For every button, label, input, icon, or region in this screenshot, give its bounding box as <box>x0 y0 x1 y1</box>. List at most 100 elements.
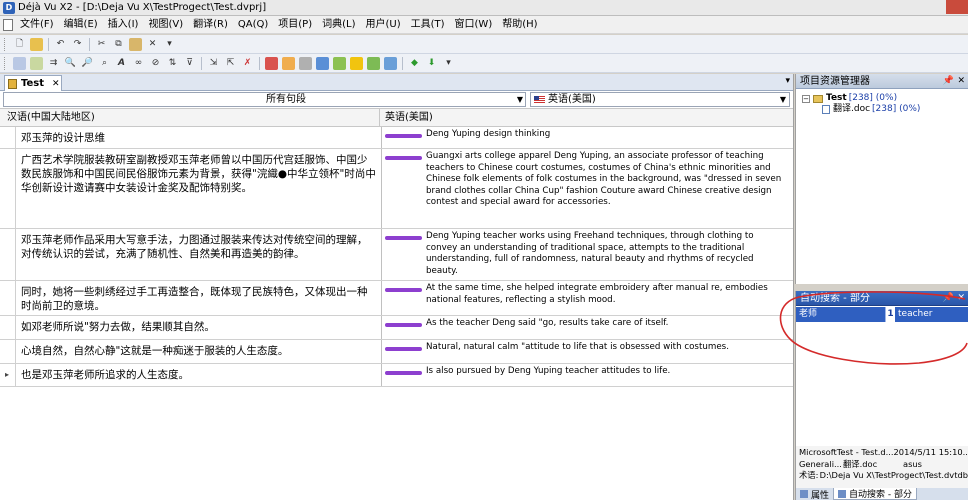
font-icon[interactable]: A <box>115 57 128 70</box>
menu-window[interactable]: 窗口(W) <box>450 16 498 34</box>
undo-icon[interactable]: ↶ <box>54 38 67 51</box>
tab-properties[interactable]: 属性 <box>796 488 833 500</box>
menu-lexicon[interactable]: 词典(L) <box>317 16 360 34</box>
menu-qa[interactable]: QA(Q) <box>233 16 273 34</box>
status-grey-icon[interactable] <box>299 56 312 70</box>
source-cell[interactable]: 同时，她将一些刺绣经过手工再造整合，既体现了民族特色，又体现出一种时尚前卫的意境… <box>16 281 382 315</box>
unlink-icon[interactable]: ⊘ <box>149 57 162 70</box>
assemble-icon[interactable]: ⇉ <box>47 57 60 70</box>
pin-icon[interactable]: 📌 <box>943 74 954 89</box>
close-icon[interactable]: ✕ <box>957 74 965 89</box>
row-marker <box>0 229 16 280</box>
document-icon <box>822 105 830 114</box>
new-file-icon[interactable]: 🗋 <box>13 38 26 51</box>
copy-icon[interactable]: ⧉ <box>112 38 125 51</box>
property-extra: asus <box>903 458 922 469</box>
document-tabstrip: Test ✕ ▾ <box>0 74 793 91</box>
target-text[interactable]: At the same time, she helped integrate e… <box>422 283 789 315</box>
segment-row[interactable]: 如邓老师所说"努力去做，结果顺其自然。 As the teacher Deng … <box>0 316 793 340</box>
segment-row[interactable]: 同时，她将一些刺绣经过手工再造整合，既体现了民族特色，又体现出一种时尚前卫的意境… <box>0 281 793 316</box>
target-text[interactable]: Natural, natural calm "attitude to life … <box>422 342 733 363</box>
menu-translate[interactable]: 翻译(R) <box>188 16 233 34</box>
tab-autosearch[interactable]: 自动搜索 - 部分 <box>833 488 917 500</box>
tab-list-dropdown-icon[interactable]: ▾ <box>785 76 790 86</box>
target-language-select[interactable]: 英语(美国) ▼ <box>530 92 790 107</box>
status-red-icon[interactable] <box>265 56 278 70</box>
export-icon[interactable]: ⇱ <box>224 57 237 70</box>
segment-row[interactable]: ▸ 也是邓玉萍老师所追求的人生态度。 Is also pursued by De… <box>0 364 793 387</box>
row-marker <box>0 316 16 339</box>
menu-file[interactable]: 文件(F) <box>15 16 59 34</box>
source-cell[interactable]: 邓玉萍老师作品采用大写意手法，力图通过服装来传达对传统空间的理解，对传统认识的尝… <box>16 229 382 280</box>
menu-tools[interactable]: 工具(T) <box>406 16 450 34</box>
segment-row[interactable]: 邓玉萍老师作品采用大写意手法，力图通过服装来传达对传统空间的理解，对传统认识的尝… <box>0 229 793 281</box>
segment-row[interactable]: 广西艺术学院服装教研室副教授邓玉萍老师曾以中国历代宫廷服饰、中国少数民族服饰和中… <box>0 149 793 229</box>
segment-row[interactable]: 心境自然，自然心静"这就是一种痴迷于服装的人生态度。 Natural, natu… <box>0 340 793 364</box>
sort-icon[interactable]: ⇅ <box>166 57 179 70</box>
tab-test[interactable]: Test ✕ <box>4 75 62 91</box>
lock-yellow-icon[interactable] <box>350 56 363 70</box>
cut-icon[interactable]: ✂ <box>95 38 108 51</box>
target-text[interactable]: Is also pursued by Deng Yuping teacher a… <box>422 366 674 386</box>
status-green-icon[interactable] <box>333 56 346 70</box>
source-cell[interactable]: 广西艺术学院服装教研室副教授邓玉萍老师曾以中国历代宫廷服饰、中国少数民族服饰和中… <box>16 149 382 228</box>
tree-node-project[interactable]: − Test [238] (0%) <box>802 93 968 104</box>
menu-help[interactable]: 帮助(H) <box>497 16 542 34</box>
project-properties-icon[interactable] <box>13 56 26 70</box>
filter-icon[interactable]: ⊽ <box>183 57 196 70</box>
pretranslate-icon[interactable] <box>30 56 43 70</box>
toolbar-grip[interactable] <box>4 56 7 70</box>
status-orange-icon[interactable] <box>282 56 295 70</box>
menu-view[interactable]: 视图(V) <box>143 16 188 34</box>
previous-segment-icon[interactable]: ⬇ <box>425 57 438 70</box>
source-cell[interactable]: 如邓老师所说"努力去做，结果顺其自然。 <box>16 316 382 339</box>
target-text[interactable]: Deng Yuping teacher works using Freehand… <box>422 231 789 280</box>
translation-editor: Test ✕ ▾ 所有句段 ▼ 英语(美国) ▼ 汉语(中国大陆地区) 英语(美… <box>0 74 794 500</box>
target-text[interactable]: As the teacher Deng said "go, results ta… <box>422 318 672 339</box>
segment-filter-select[interactable]: 所有句段 ▼ <box>3 92 526 107</box>
target-text[interactable]: Guangxi arts college apparel Deng Yuping… <box>422 151 789 228</box>
find-replace-icon[interactable]: 🔎 <box>81 57 94 70</box>
target-column-header[interactable]: 英语(美国) <box>380 109 788 126</box>
spell-check-icon[interactable]: ✗ <box>241 57 254 70</box>
minimize-button[interactable] <box>902 0 924 14</box>
segment-row[interactable]: 邓玉萍的设计思维 Deng Yuping design thinking <box>0 127 793 149</box>
toolbar-grip[interactable] <box>4 37 7 51</box>
toolbar-overflow-icon[interactable]: ▾ <box>163 38 176 51</box>
close-window-button[interactable] <box>946 0 968 14</box>
find-icon[interactable]: 🔍 <box>64 57 77 70</box>
target-text[interactable]: Deng Yuping design thinking <box>422 129 554 148</box>
target-cell[interactable]: Deng Yuping teacher works using Freehand… <box>382 229 793 280</box>
target-cell[interactable]: As the teacher Deng said "go, results ta… <box>382 316 793 339</box>
menu-user[interactable]: 用户(U) <box>360 16 405 34</box>
menu-insert[interactable]: 插入(I) <box>103 16 144 34</box>
paste-icon[interactable] <box>129 37 142 51</box>
delete-icon[interactable]: ✕ <box>146 38 159 51</box>
target-cell[interactable]: At the same time, she helped integrate e… <box>382 281 793 315</box>
target-cell[interactable]: Natural, natural calm "attitude to life … <box>382 340 793 363</box>
target-cell[interactable]: Deng Yuping design thinking <box>382 127 793 148</box>
status-blue-icon[interactable] <box>316 56 329 70</box>
source-cell[interactable]: 也是邓玉萍老师所追求的人生态度。 <box>16 364 382 386</box>
next-segment-icon[interactable]: ◆ <box>408 57 421 70</box>
tree-node-file[interactable]: 翻译.doc [238] (0%) <box>802 104 968 115</box>
lock-green-icon[interactable] <box>367 56 380 70</box>
source-cell[interactable]: 邓玉萍的设计思维 <box>16 127 382 148</box>
menu-edit[interactable]: 编辑(E) <box>59 16 103 34</box>
maximize-button[interactable] <box>924 0 946 14</box>
target-cell[interactable]: Guangxi arts college apparel Deng Yuping… <box>382 149 793 228</box>
link-icon[interactable]: ∞ <box>132 57 145 70</box>
menu-project[interactable]: 项目(P) <box>273 16 317 34</box>
scan-icon[interactable]: ⌕ <box>98 57 111 70</box>
close-icon[interactable]: ✕ <box>52 79 60 89</box>
source-column-header[interactable]: 汉语(中国大陆地区) <box>0 109 380 126</box>
source-cell[interactable]: 心境自然，自然心静"这就是一种痴迷于服装的人生态度。 <box>16 340 382 363</box>
toolbar-overflow-icon[interactable]: ▾ <box>442 57 455 70</box>
import-icon[interactable]: ⇲ <box>207 57 220 70</box>
redo-icon[interactable]: ↷ <box>71 38 84 51</box>
collapse-icon[interactable]: − <box>802 94 810 103</box>
standard-toolbar: 🗋 ↶ ↷ ✂ ⧉ ✕ ▾ <box>0 35 968 54</box>
lock-blue-icon[interactable] <box>384 56 397 70</box>
open-folder-icon[interactable] <box>30 37 43 51</box>
target-cell[interactable]: Is also pursued by Deng Yuping teacher a… <box>382 364 793 386</box>
